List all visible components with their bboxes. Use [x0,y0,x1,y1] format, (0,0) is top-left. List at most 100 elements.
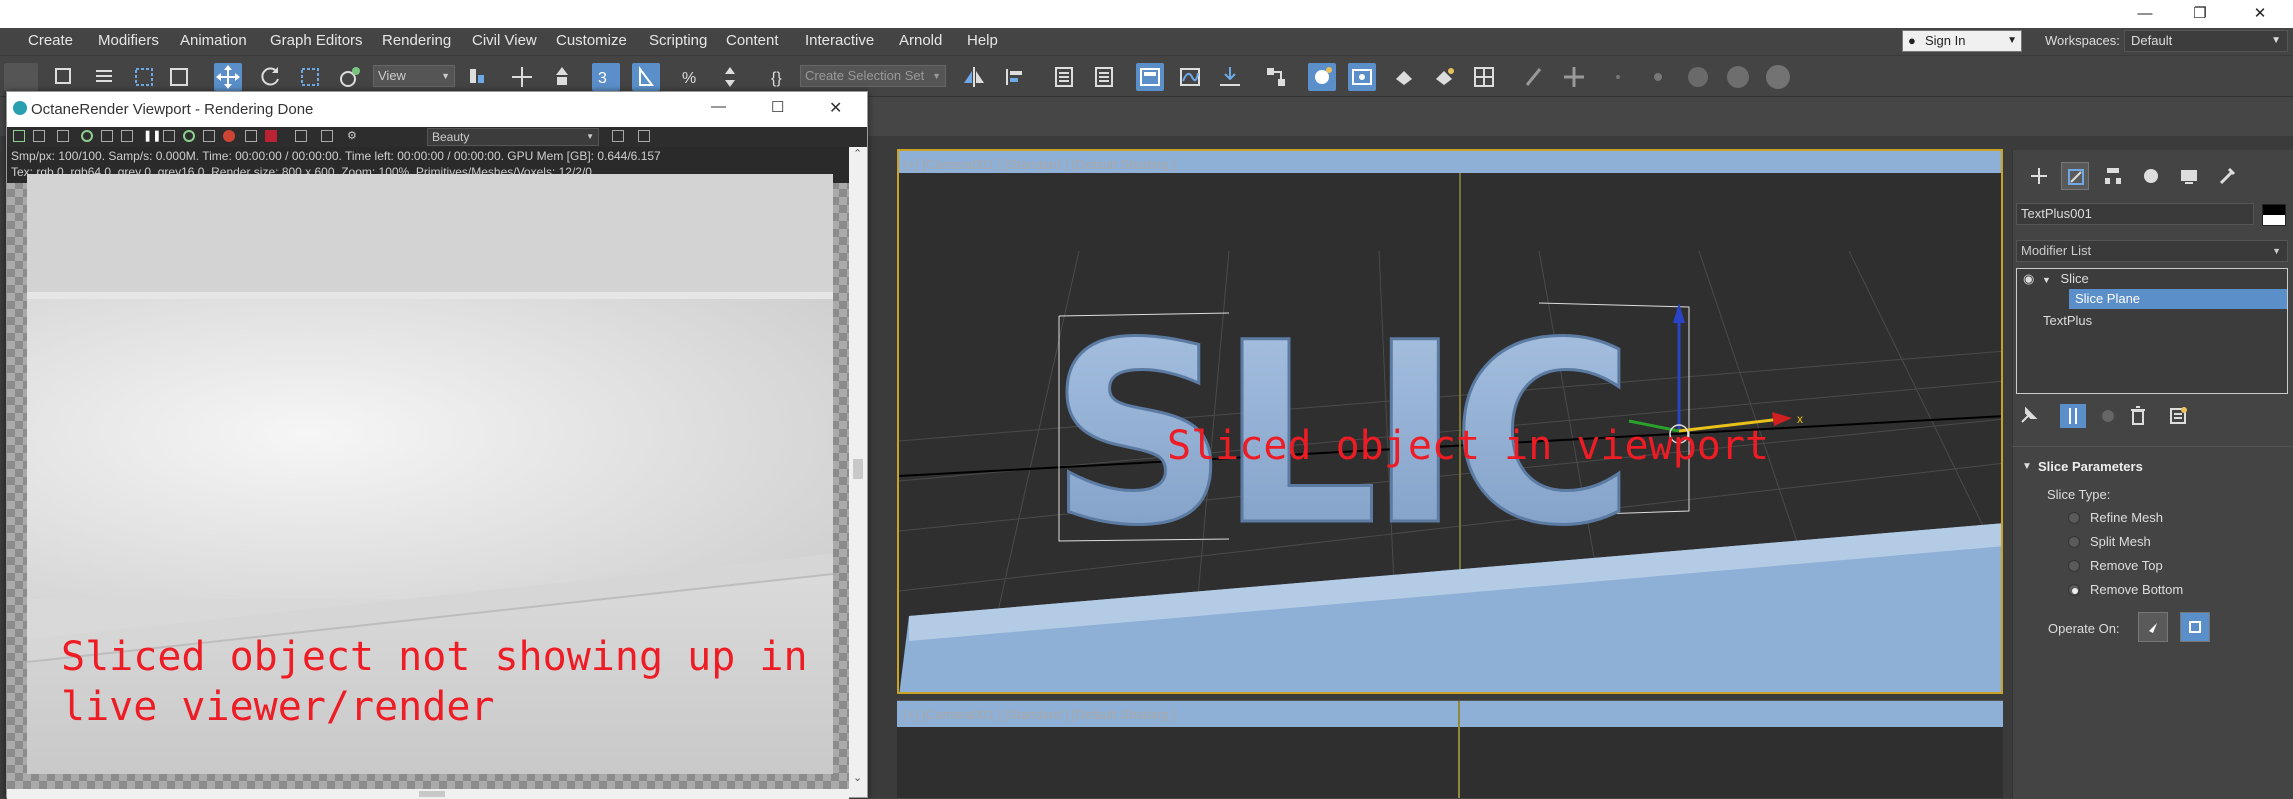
menu-create[interactable]: Create [28,32,73,49]
pin-stack-icon[interactable] [2016,404,2040,428]
percent-snap-icon[interactable]: % [676,63,704,91]
oct-vscroll-thumb[interactable] [853,459,863,479]
oct-hscroll-thumb[interactable] [419,791,445,797]
oct-render-icon[interactable] [321,130,333,142]
oct-copy-icon[interactable] [33,130,45,142]
slice-parameters-title[interactable]: Slice Parameters [2038,459,2143,474]
oct-lock-icon[interactable] [101,130,113,142]
render-region-icon[interactable] [1470,63,1498,91]
stack-item-textplus[interactable]: TextPlus [2017,311,2287,331]
display-tab-icon[interactable] [2175,162,2203,190]
configure-modifier-sets-icon[interactable] [2166,404,2190,428]
move-tool-icon[interactable] [214,63,242,91]
object-name-field[interactable]: TextPlus001 [2016,203,2254,225]
select-object-icon[interactable] [50,63,78,91]
sphere-small-icon[interactable] [1684,63,1712,91]
menu-civil-view[interactable]: Civil View [472,32,537,49]
remove-modifier-icon[interactable] [2126,404,2150,428]
mirror-icon[interactable] [960,63,988,91]
align-icon[interactable] [1000,63,1028,91]
perspective-viewport[interactable]: SLIC x Sliced object in viewport [897,149,2003,694]
radio-refine-mesh[interactable] [2068,512,2080,524]
sphere-medium-icon[interactable] [1724,63,1752,91]
radio-remove-top[interactable] [2068,560,2080,572]
brush-tool-icon[interactable] [1520,63,1548,91]
octane-title-bar[interactable]: OctaneRender Viewport - Rendering Done —… [7,92,867,127]
render-setup-icon[interactable] [1348,63,1376,91]
window-crossing-icon[interactable] [165,63,193,91]
octane-render-image[interactable]: Sliced object not showing up in live vie… [27,174,833,774]
minimize-button[interactable]: — [2125,0,2165,28]
material-editor-icon[interactable] [1308,63,1336,91]
oct-restart-icon[interactable] [81,130,93,142]
show-end-result-icon[interactable] [2060,404,2086,428]
oct-pause-icon[interactable]: ❚❚ [143,130,161,142]
dot-medium-icon[interactable] [1644,63,1672,91]
menu-arnold[interactable]: Arnold [899,32,942,49]
triangle-down-icon[interactable]: ▼ [2042,275,2051,285]
operate-on-faces-button[interactable] [2138,612,2168,642]
reference-coord-select[interactable]: View ▼ [373,65,455,87]
oct-frame-icon[interactable] [163,130,175,142]
spinner-snap-icon[interactable] [716,63,744,91]
ribbon-toggle-icon[interactable] [1136,63,1164,91]
select-by-name-icon[interactable] [90,63,118,91]
named-selection-set-select[interactable]: Create Selection Set ▼ [800,65,946,87]
scroll-down-icon[interactable]: ⌄ [853,771,862,784]
dope-sheet-icon[interactable] [1216,63,1244,91]
menu-interactive[interactable]: Interactive [805,32,874,49]
operate-on-polygons-button[interactable] [2180,612,2210,642]
utilities-tab-icon[interactable] [2213,162,2241,190]
rotate-tool-icon[interactable] [256,63,284,91]
rect-selection-icon[interactable] [130,63,158,91]
hierarchy-tab-icon[interactable] [2099,162,2127,190]
oct-camera-icon[interactable] [265,130,277,142]
octane-minimize-button[interactable]: — [711,98,726,115]
oct-settings-icon[interactable]: ⚙ [347,130,359,142]
scroll-up-icon[interactable]: ⌃ [853,147,862,160]
oct-fullscreen-icon[interactable] [612,130,624,142]
layer-explorer-icon[interactable] [1090,63,1118,91]
render-frame-icon[interactable] [1390,63,1418,91]
menu-graph-editors[interactable]: Graph Editors [270,32,363,49]
dot-small-icon[interactable] [1604,63,1632,91]
angle-snap-icon[interactable] [632,63,660,91]
octane-maximize-button[interactable]: ☐ [771,98,784,116]
motion-tab-icon[interactable] [2137,162,2165,190]
menu-scripting[interactable]: Scripting [649,32,707,49]
oct-vertical-scrollbar[interactable]: ⌃ ⌄ [849,147,867,789]
oct-export-icon[interactable] [638,130,650,142]
menu-customize[interactable]: Customize [556,32,627,49]
schematic-view-icon[interactable] [1262,63,1290,91]
menu-animation[interactable]: Animation [180,32,247,49]
snaps-toggle-icon[interactable]: 3 [592,63,620,91]
object-color-swatch[interactable] [2262,204,2286,226]
menu-content[interactable]: Content [726,32,779,49]
pivot-icon[interactable] [462,63,490,91]
undo-dropdown[interactable] [4,63,38,91]
eye-icon[interactable]: ◉ [2023,271,2034,286]
oct-pass-select[interactable]: Beauty ▼ [427,128,599,146]
oct-pick-icon[interactable] [223,130,235,142]
stack-item-slice-plane[interactable]: Slice Plane [2069,289,2287,309]
scale-tool-icon[interactable] [296,63,324,91]
bottom-viewport-label[interactable]: [+] [Camera001 ] [Standard ] [Default Sh… [904,707,1175,722]
oct-zoom-icon[interactable] [57,130,69,142]
keyboard-shortcut-icon[interactable] [548,63,576,91]
select-manipulate-icon[interactable] [508,63,536,91]
oct-region-icon[interactable] [121,130,133,142]
workspace-select[interactable]: Default ▼ [2124,30,2288,52]
create-tab-icon[interactable] [2025,162,2053,190]
oct-material-icon[interactable] [245,130,257,142]
modify-tab-icon[interactable] [2061,162,2089,190]
radio-split-mesh[interactable] [2068,536,2080,548]
stack-item-slice[interactable]: ◉ ▼ Slice [2017,269,2287,289]
oct-grid-icon[interactable] [295,130,307,142]
menu-rendering[interactable]: Rendering [382,32,451,49]
cross-tool-icon[interactable] [1560,63,1588,91]
edit-named-selection-icon[interactable]: {} [765,63,793,91]
oct-focus-icon[interactable] [203,130,215,142]
sphere-large-icon[interactable] [1764,63,1792,91]
sign-in-dropdown[interactable]: ● Sign In ▼ [1902,30,2022,52]
curve-editor-icon[interactable] [1176,63,1204,91]
